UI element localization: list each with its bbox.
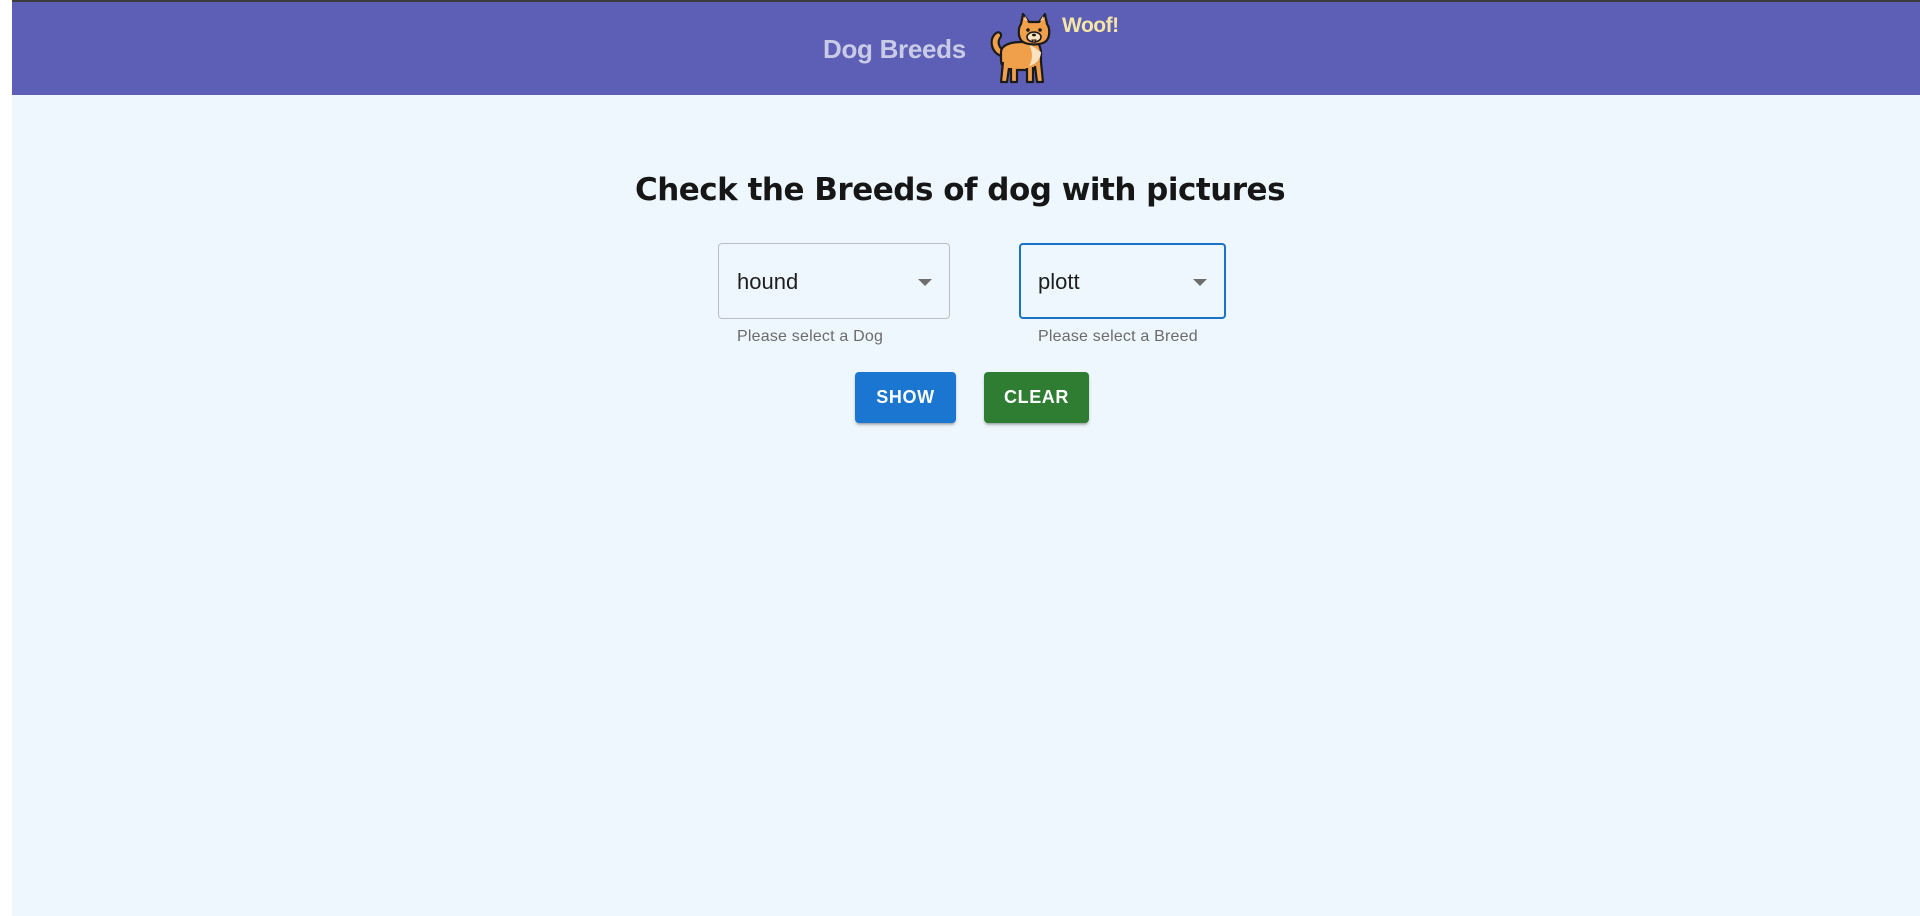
breed-select-value: plott bbox=[1038, 269, 1080, 294]
dog-select-value: hound bbox=[737, 269, 799, 294]
chevron-down-icon bbox=[918, 279, 932, 286]
breed-select-helper-text: Please select a Breed bbox=[1038, 328, 1198, 345]
dog-select[interactable]: hound bbox=[718, 243, 950, 319]
chevron-down-icon bbox=[1193, 279, 1207, 286]
dog-select-helper-text: Please select a Dog bbox=[737, 328, 884, 345]
breed-select[interactable]: plott bbox=[1019, 243, 1226, 319]
clear-button[interactable]: CLEAR bbox=[984, 372, 1089, 423]
page: Dog Breeds Woof! Check the Breeds of dog… bbox=[0, 0, 1920, 916]
left-gutter bbox=[0, 0, 12, 916]
main-content bbox=[12, 95, 1920, 916]
app-bar bbox=[12, 2, 1920, 95]
page-heading: Check the Breeds of dog with pictures bbox=[634, 172, 1286, 208]
show-button[interactable]: SHOW bbox=[855, 372, 956, 423]
woof-badge: Woof! bbox=[1062, 14, 1119, 37]
app-title: Dog Breeds bbox=[823, 34, 966, 64]
dog-icon bbox=[990, 12, 1051, 84]
